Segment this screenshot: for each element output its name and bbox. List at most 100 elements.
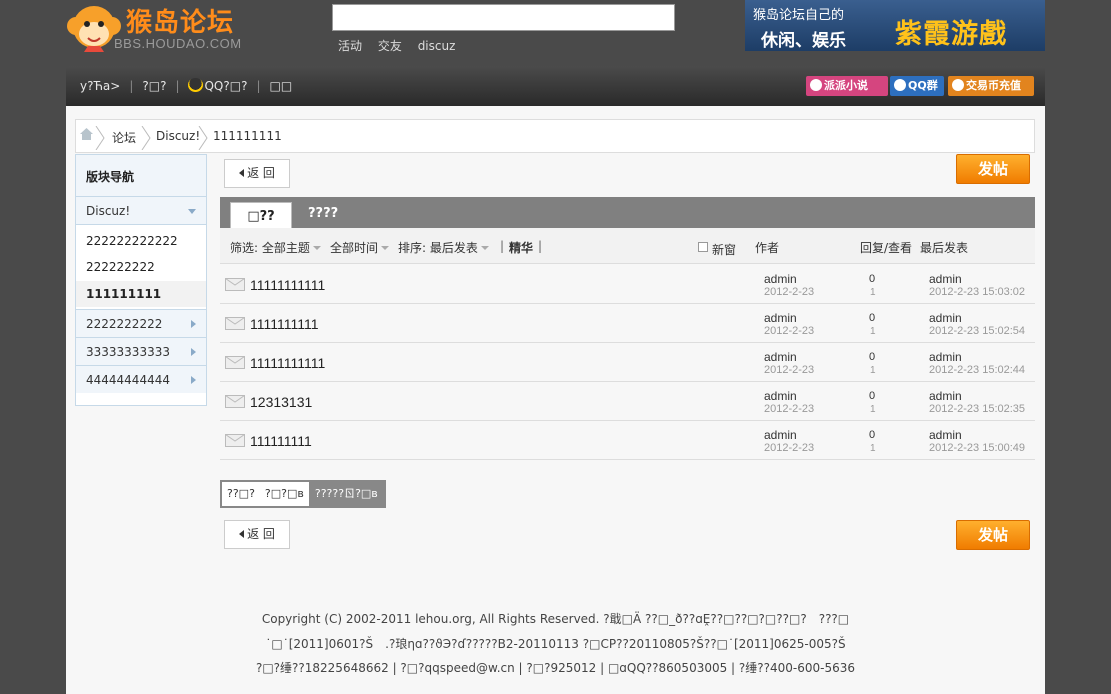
filter-digest[interactable]: 精华 xyxy=(509,239,533,256)
thread-author[interactable]: admin xyxy=(764,389,797,403)
thread-filter-bar: 筛选: 全部主题 全部时间 排序: 最后发表 | 精华 | 新窗 作者 回复/查… xyxy=(220,228,1035,264)
sidebar-item[interactable]: 33333333333 xyxy=(76,337,206,365)
hot-link-friends[interactable]: 交友 xyxy=(378,39,402,53)
last-post-user[interactable]: admin xyxy=(929,350,962,364)
thread-title[interactable]: 11111111111 xyxy=(250,277,325,293)
site-footer: Copyright (C) 2002-2011 lehou.org, All R… xyxy=(66,607,1045,681)
last-post-user[interactable]: admin xyxy=(929,272,962,286)
sidebar-subitem-active[interactable]: 111111111 xyxy=(76,281,206,307)
site-logo[interactable]: 猴岛论坛 BBS.HOUDAO.COM xyxy=(66,0,251,58)
thread-views: 1 xyxy=(870,443,876,454)
trade-recharge-button[interactable]: 交易币充值 xyxy=(948,76,1034,96)
arrow-left-icon xyxy=(239,530,245,538)
nav-item-qq[interactable]: QQ?□? xyxy=(204,79,247,93)
thread-replies: 0 xyxy=(869,312,876,324)
thread-date: 2012-2-23 xyxy=(764,364,815,376)
last-post-user[interactable]: admin xyxy=(929,311,962,325)
thread-replies: 0 xyxy=(869,390,876,402)
ad-bottom-text: 休闲、娱乐 xyxy=(761,31,846,51)
nav-item-1[interactable]: у?Ћа> xyxy=(80,79,120,93)
thread-row: 1111111111 admin 2012-2-23 0 1 admin 201… xyxy=(220,304,1035,343)
chevron-right-icon xyxy=(191,376,196,384)
back-button-bottom[interactable]: 返 回 xyxy=(224,520,290,549)
sort-dropdown[interactable]: 排序: 最后发表 xyxy=(398,239,489,256)
breadcrumb: 论坛 Discuz! 111111111 xyxy=(75,119,1035,153)
last-post-user[interactable]: admin xyxy=(929,389,962,403)
thread-views: 1 xyxy=(870,287,876,298)
ad-banner[interactable]: 猴岛论坛自己的 休闲、娱乐 紫霞游戲 xyxy=(745,0,1045,51)
breadcrumb-arrow-icon xyxy=(198,126,208,150)
last-post-date[interactable]: 2012-2-23 15:02:44 xyxy=(929,364,1025,376)
main-nav: у?Ћа> | ?□? | QQ?□? | □□ 派派小说 QQ群 交易币充值 xyxy=(66,66,1045,106)
pager-link[interactable]: ??□? xyxy=(222,482,260,506)
last-post-date[interactable]: 2012-2-23 15:02:54 xyxy=(929,325,1025,337)
last-post-user[interactable]: admin xyxy=(929,428,962,442)
home-icon[interactable] xyxy=(79,127,94,141)
qq-penguin-icon xyxy=(188,78,204,92)
breadcrumb-forum[interactable]: 论坛 xyxy=(112,129,136,146)
thread-row: 11111111111 admin 2012-2-23 0 1 admin 20… xyxy=(220,265,1035,304)
sidebar-subitem[interactable]: 222222222 xyxy=(86,260,155,274)
logo-title: 猴岛论坛 xyxy=(126,8,235,38)
forum-sidebar: 版块导航 Discuz! 222222222222 222222222 1111… xyxy=(75,154,207,406)
sidebar-item[interactable]: 2222222222 xyxy=(76,309,206,337)
nav-item-4[interactable]: □□ xyxy=(270,79,293,93)
thread-author[interactable]: admin xyxy=(764,428,797,442)
pager-link[interactable]: ?????ㄖ?□в xyxy=(308,482,384,506)
thread-title[interactable]: 12313131 xyxy=(250,394,312,410)
sidebar-title: 版块导航 xyxy=(76,155,206,197)
nav-separator: | xyxy=(175,79,180,93)
new-post-button[interactable]: 发帖 xyxy=(956,154,1030,184)
envelope-icon xyxy=(225,317,245,330)
thread-title[interactable]: 11111111111 xyxy=(250,355,325,371)
sidebar-group-label: Discuz! xyxy=(86,204,131,218)
back-button[interactable]: 返 回 xyxy=(224,159,290,188)
filter-all-topics[interactable]: 筛选: 全部主题 xyxy=(230,239,321,256)
thread-title[interactable]: 111111111 xyxy=(250,433,312,449)
breadcrumb-arrow-icon xyxy=(95,126,105,150)
envelope-icon xyxy=(225,395,245,408)
filter-all-time[interactable]: 全部时间 xyxy=(330,239,390,256)
pager-link[interactable]: ?□?□в xyxy=(260,482,309,506)
tab-all[interactable]: □?? xyxy=(230,202,292,229)
thread-row: 12313131 admin 2012-2-23 0 1 admin 2012-… xyxy=(220,382,1035,421)
novel-button[interactable]: 派派小说 xyxy=(806,76,888,96)
nav-separator: | xyxy=(129,79,134,93)
thread-author[interactable]: admin xyxy=(764,350,797,364)
tab-other[interactable]: ???? xyxy=(308,197,338,228)
sidebar-item-label: 2222222222 xyxy=(86,317,163,331)
filter-time-value: 全部时间 xyxy=(330,241,379,255)
sidebar-item-label: 33333333333 xyxy=(86,345,170,359)
sidebar-item[interactable]: 44444444444 xyxy=(76,365,206,393)
thread-date: 2012-2-23 xyxy=(764,403,815,415)
sidebar-group-discuz[interactable]: Discuz! xyxy=(76,197,206,225)
last-post-date[interactable]: 2012-2-23 15:03:02 xyxy=(929,286,1025,298)
search-input[interactable] xyxy=(332,4,675,31)
thread-author[interactable]: admin xyxy=(764,311,797,325)
nav-item-2[interactable]: ?□? xyxy=(142,79,166,93)
pagination: ??□? ?□?□в ?????ㄖ?□в xyxy=(220,480,386,508)
filter-label: 筛选: xyxy=(230,241,259,255)
sidebar-subitem[interactable]: 222222222222 xyxy=(86,234,178,248)
last-post-date[interactable]: 2012-2-23 15:00:49 xyxy=(929,442,1025,454)
hot-link-activity[interactable]: 活动 xyxy=(338,39,362,53)
novel-icon xyxy=(810,79,822,91)
hot-link-discuz[interactable]: discuz xyxy=(418,39,456,53)
thread-author[interactable]: admin xyxy=(764,272,797,286)
logo-url: BBS.HOUDAO.COM xyxy=(114,36,242,51)
new-post-button-bottom[interactable]: 发帖 xyxy=(956,520,1030,550)
new-window-checkbox[interactable] xyxy=(698,242,708,252)
thread-views: 1 xyxy=(870,326,876,337)
breadcrumb-discuz[interactable]: Discuz! xyxy=(156,129,200,143)
last-post-date[interactable]: 2012-2-23 15:02:35 xyxy=(929,403,1025,415)
envelope-icon xyxy=(225,278,245,291)
qq-group-button[interactable]: QQ群 xyxy=(890,76,944,96)
thread-title[interactable]: 1111111111 xyxy=(250,316,319,332)
novel-button-label: 派派小说 xyxy=(824,79,868,92)
qq-icon xyxy=(894,79,906,91)
back-button-label: 返 回 xyxy=(247,166,275,180)
header-reply-view: 回复/查看 xyxy=(860,241,913,255)
breadcrumb-current: 111111111 xyxy=(213,129,282,143)
thread-date: 2012-2-23 xyxy=(764,442,815,454)
nav-links: у?Ћа> | ?□? | QQ?□? | □□ xyxy=(80,78,292,93)
